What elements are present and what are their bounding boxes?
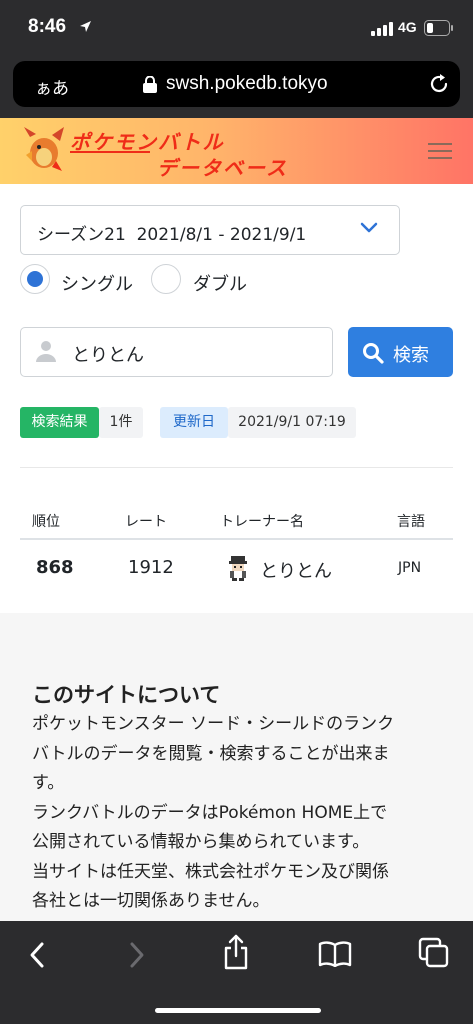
status-time: 8:46	[28, 16, 67, 37]
season-select[interactable]: シーズン21 2021/8/1 - 2021/9/1	[20, 205, 400, 255]
table-header-rate: レート	[125, 514, 167, 530]
radio-double[interactable]	[151, 264, 181, 294]
radio-single-label[interactable]: シングル	[61, 270, 133, 296]
season-select-value: シーズン21 2021/8/1 - 2021/9/1	[37, 225, 307, 245]
about-title: このサイトについて	[32, 683, 221, 707]
network-label: 4G	[398, 19, 417, 35]
about-line: 公開されている情報から集められています。	[32, 832, 370, 852]
radio-single[interactable]	[20, 264, 50, 294]
about-line: ランクバトルのデータはPokémon HOME上で	[32, 802, 388, 823]
table-header-divider	[20, 538, 453, 540]
browser-address-area: ぁあ swsh.pokedb.tokyo	[0, 58, 473, 118]
battery-icon	[424, 20, 453, 36]
table-cell-rate: 1912	[128, 557, 174, 578]
logo-underline	[70, 151, 150, 153]
radio-double-label[interactable]: ダブル	[193, 270, 247, 296]
search-button-label: 検索	[393, 345, 429, 366]
about-body: ポケットモンスター ソード・シールドのランク バトルのデータを閲覧・検索すること…	[32, 710, 444, 917]
about-line: 当サイトは任天堂、株式会社ポケモン及び関係	[32, 861, 389, 882]
bookmarks-icon[interactable]	[318, 941, 352, 967]
results-count-badge: 1件	[99, 407, 143, 438]
user-icon	[36, 341, 56, 362]
table-cell-rank: 868	[36, 557, 74, 578]
site-header: ポケモンバトル データベース	[0, 118, 473, 184]
search-button[interactable]: 検索	[348, 327, 453, 377]
reader-options-button[interactable]: ぁあ	[35, 74, 69, 99]
share-icon[interactable]	[222, 934, 250, 970]
lock-icon	[143, 76, 157, 93]
updated-label-badge: 更新日	[160, 407, 228, 438]
about-line: ポケットモンスター ソード・シールドのランク	[32, 714, 395, 734]
forward-icon[interactable]	[128, 941, 146, 969]
about-line: す。	[32, 773, 65, 793]
chevron-down-icon	[360, 222, 378, 233]
table-cell-trainer[interactable]: とりとん	[260, 557, 332, 583]
trainer-search-value[interactable]: とりとん	[72, 341, 144, 367]
table-cell-language: JPN	[398, 560, 422, 576]
table-header-trainer: トレーナー名	[220, 514, 304, 530]
search-icon	[363, 343, 384, 364]
tabs-icon[interactable]	[418, 937, 450, 969]
reload-icon[interactable]	[428, 73, 450, 95]
url-text[interactable]: swsh.pokedb.tokyo	[166, 73, 328, 95]
about-line: バトルのデータを閲覧・検索することが出来ま	[32, 743, 390, 764]
table-header-language: 言語	[397, 514, 425, 530]
signal-icon	[371, 22, 393, 36]
address-bar[interactable]: ぁあ swsh.pokedb.tokyo	[13, 61, 460, 107]
trainer-search-input[interactable]	[20, 327, 333, 377]
hamburger-menu-icon[interactable]	[428, 142, 452, 160]
logo-pokemon-icon	[24, 127, 64, 171]
updated-date-badge: 2021/9/1 07:19	[228, 407, 356, 438]
home-indicator	[155, 1008, 321, 1013]
results-label-badge: 検索結果	[20, 407, 99, 438]
status-bar: 8:46 4G	[0, 0, 473, 58]
trainer-sprite-icon	[229, 556, 247, 581]
location-arrow-icon	[80, 21, 91, 32]
browser-toolbar	[0, 921, 473, 1024]
table-header-rank: 順位	[32, 514, 60, 530]
about-line: 各社とは一切関係ありません。	[32, 891, 270, 911]
back-icon[interactable]	[28, 941, 46, 969]
logo-text-line2: データベース	[157, 158, 288, 180]
divider	[20, 467, 453, 468]
